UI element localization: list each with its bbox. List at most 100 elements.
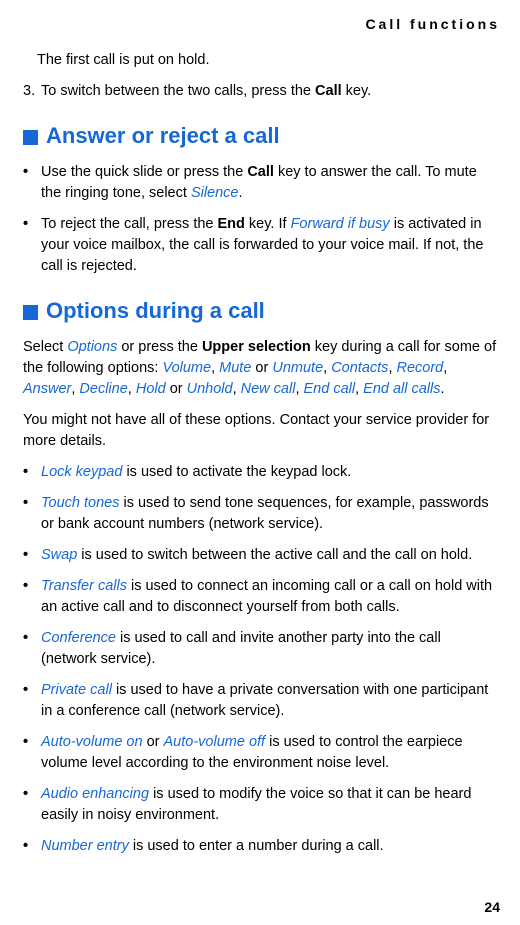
- text: ,: [443, 360, 447, 376]
- list-item: • Lock keypad is used to activate the ke…: [23, 462, 500, 483]
- list-item: • Auto-volume on or Auto-volume off is u…: [23, 732, 500, 774]
- contacts-link: Contacts: [331, 360, 388, 376]
- list-item-body: Swap is used to switch between the activ…: [41, 545, 500, 566]
- bullet-icon: •: [23, 680, 41, 722]
- text: Use the quick slide or press the: [41, 164, 247, 180]
- bullet-icon: •: [23, 493, 41, 535]
- bullet-icon: •: [23, 214, 41, 277]
- step-text: To switch between the two calls, press t…: [41, 81, 500, 102]
- text: or: [251, 360, 272, 376]
- list-item-body: Touch tones is used to send tone sequenc…: [41, 493, 500, 535]
- text: is used to activate the keypad lock.: [122, 464, 351, 480]
- end-all-calls-link: End all calls: [363, 381, 440, 397]
- list-item: • Audio enhancing is used to modify the …: [23, 784, 500, 826]
- list-item: • Transfer calls is used to connect an i…: [23, 576, 500, 618]
- section-answer-reject: Answer or reject a call: [23, 120, 500, 152]
- answer-link: Answer: [23, 381, 71, 397]
- text: .: [441, 381, 445, 397]
- number-entry-link: Number entry: [41, 838, 129, 854]
- text: ,: [388, 360, 396, 376]
- bullet-icon: •: [23, 836, 41, 857]
- intro-paragraph: The first call is put on hold.: [37, 50, 500, 71]
- bullet-icon: •: [23, 784, 41, 826]
- conference-link: Conference: [41, 630, 116, 646]
- text: Select: [23, 339, 67, 355]
- bullet-icon: •: [23, 628, 41, 670]
- page-header: Call functions: [20, 14, 500, 34]
- section-title-text: Options during a call: [46, 295, 265, 327]
- new-call-link: New call: [241, 381, 296, 397]
- text: ,: [233, 381, 241, 397]
- transfer-calls-link: Transfer calls: [41, 578, 127, 594]
- end-key-bold: End: [218, 216, 245, 232]
- volume-link: Volume: [162, 360, 211, 376]
- auto-volume-on-link: Auto-volume on: [41, 734, 143, 750]
- paragraph: You might not have all of these options.…: [23, 410, 500, 452]
- list-item: • Swap is used to switch between the act…: [23, 545, 500, 566]
- text: key.: [342, 83, 372, 99]
- silence-link: Silence: [191, 185, 239, 201]
- swap-link: Swap: [41, 547, 77, 563]
- text: To switch between the two calls, press t…: [41, 83, 315, 99]
- text: or press the: [117, 339, 202, 355]
- text: ,: [355, 381, 363, 397]
- forward-link: Forward if busy: [291, 216, 390, 232]
- audio-enhancing-link: Audio enhancing: [41, 786, 149, 802]
- step-3: 3. To switch between the two calls, pres…: [23, 81, 500, 102]
- text: is used to switch between the active cal…: [77, 547, 472, 563]
- unhold-link: Unhold: [187, 381, 233, 397]
- list-item: • Use the quick slide or press the Call …: [23, 162, 500, 204]
- text: or: [143, 734, 164, 750]
- text: key. If: [245, 216, 291, 232]
- square-bullet-icon: [23, 130, 38, 145]
- list-item-body: Private call is used to have a private c…: [41, 680, 500, 722]
- list-item: • Touch tones is used to send tone seque…: [23, 493, 500, 535]
- step-number: 3.: [23, 81, 41, 102]
- list-item-body: To reject the call, press the End key. I…: [41, 214, 500, 277]
- list-item-body: Number entry is used to enter a number d…: [41, 836, 500, 857]
- decline-link: Decline: [79, 381, 127, 397]
- bullet-icon: •: [23, 162, 41, 204]
- text: is used to enter a number during a call.: [129, 838, 384, 854]
- text: .: [239, 185, 243, 201]
- record-link: Record: [397, 360, 444, 376]
- list-item-body: Conference is used to call and invite an…: [41, 628, 500, 670]
- content-area: The first call is put on hold. 3. To swi…: [20, 50, 500, 857]
- bullet-icon: •: [23, 732, 41, 774]
- call-key-bold: Call: [247, 164, 274, 180]
- bullet-icon: •: [23, 545, 41, 566]
- section-title-text: Answer or reject a call: [46, 120, 280, 152]
- section-options-call: Options during a call: [23, 295, 500, 327]
- lock-keypad-link: Lock keypad: [41, 464, 122, 480]
- square-bullet-icon: [23, 305, 38, 320]
- list-item-body: Lock keypad is used to activate the keyp…: [41, 462, 500, 483]
- bullet-icon: •: [23, 462, 41, 483]
- end-call-link: End call: [304, 381, 356, 397]
- list-item: • To reject the call, press the End key.…: [23, 214, 500, 277]
- mute-link: Mute: [219, 360, 251, 376]
- list-item: • Number entry is used to enter a number…: [23, 836, 500, 857]
- text: ,: [295, 381, 303, 397]
- text: ,: [323, 360, 331, 376]
- private-call-link: Private call: [41, 682, 112, 698]
- upper-selection-bold: Upper selection: [202, 339, 311, 355]
- paragraph: Select Options or press the Upper select…: [23, 337, 500, 400]
- list-item-body: Transfer calls is used to connect an inc…: [41, 576, 500, 618]
- page-number: 24: [484, 897, 500, 917]
- auto-volume-off-link: Auto-volume off: [164, 734, 266, 750]
- call-key-bold: Call: [315, 83, 342, 99]
- list-item: • Private call is used to have a private…: [23, 680, 500, 722]
- touch-tones-link: Touch tones: [41, 495, 119, 511]
- bullet-icon: •: [23, 576, 41, 618]
- list-item: • Conference is used to call and invite …: [23, 628, 500, 670]
- list-item-body: Use the quick slide or press the Call ke…: [41, 162, 500, 204]
- options-link: Options: [67, 339, 117, 355]
- text: To reject the call, press the: [41, 216, 218, 232]
- unmute-link: Unmute: [272, 360, 323, 376]
- list-item-body: Audio enhancing is used to modify the vo…: [41, 784, 500, 826]
- text: ,: [128, 381, 136, 397]
- hold-link: Hold: [136, 381, 166, 397]
- list-item-body: Auto-volume on or Auto-volume off is use…: [41, 732, 500, 774]
- text: ,: [211, 360, 219, 376]
- text: or: [166, 381, 187, 397]
